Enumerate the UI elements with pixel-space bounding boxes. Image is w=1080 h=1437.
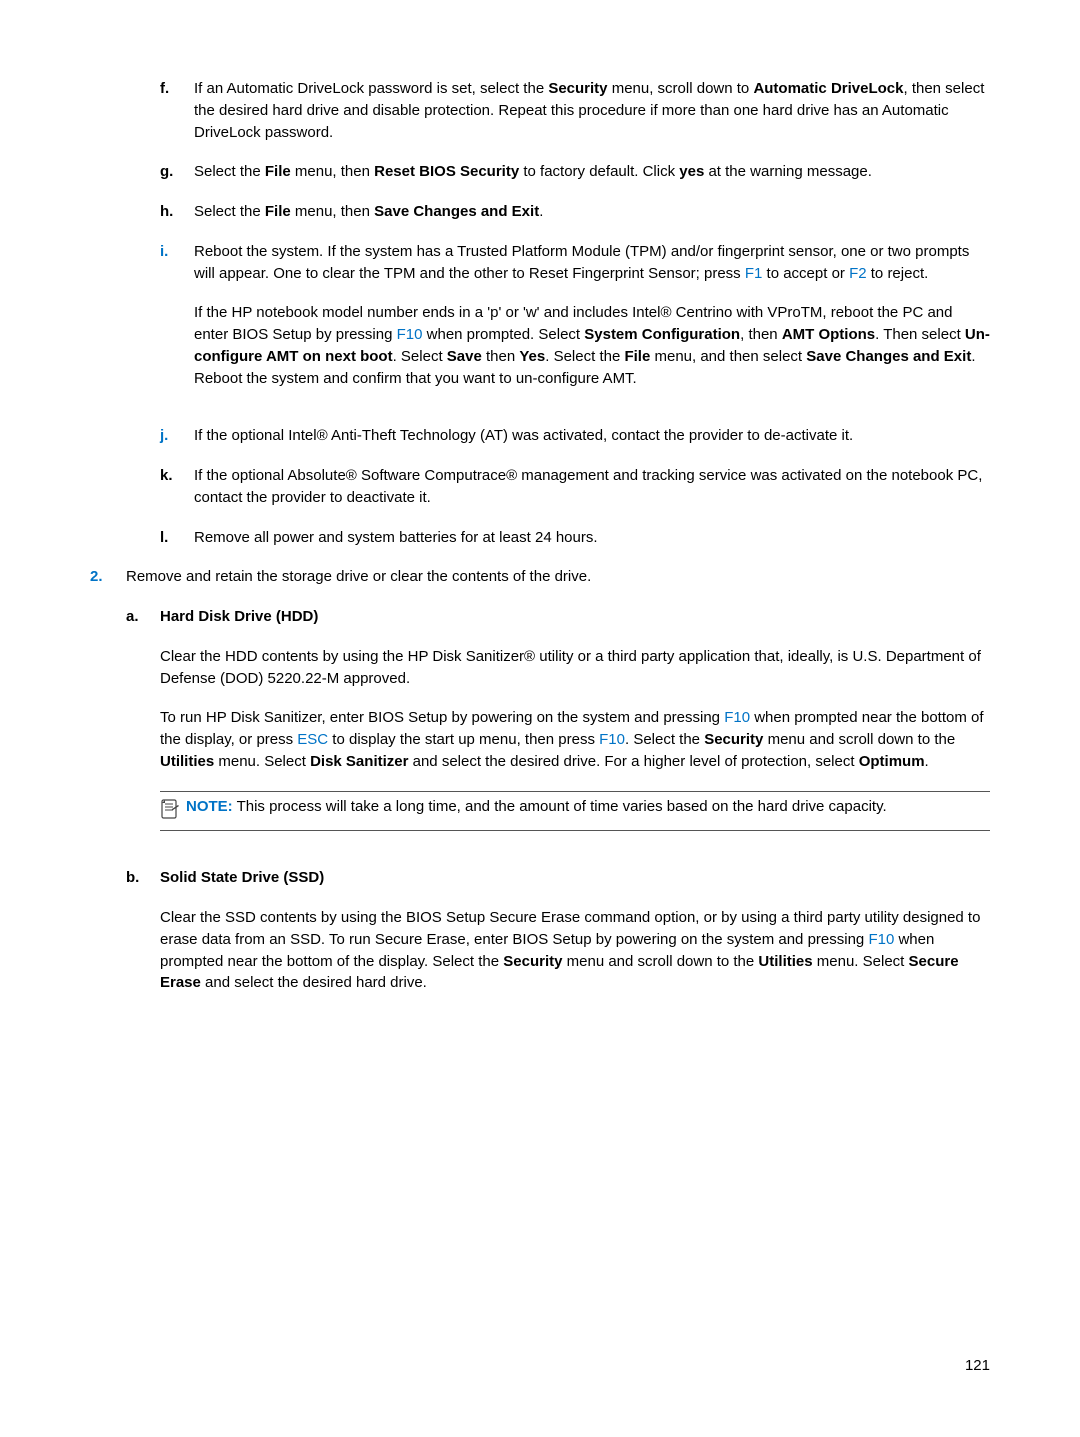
sub-list-second: a. Hard Disk Drive (HDD) Clear the HDD c… [90,606,990,1012]
note-icon [160,798,182,827]
item-j: j. If the optional Intel® Anti-Theft Tec… [160,425,990,447]
item-marker: l. [160,527,194,549]
item-marker: 2. [90,566,126,588]
item-f: f. If an Automatic DriveLock password is… [160,78,990,143]
item-g: g. Select the File menu, then Reset BIOS… [160,161,990,183]
item-content: If the optional Absolute® Software Compu… [194,465,990,509]
item-marker: a. [126,606,160,849]
item-content: Remove and retain the storage drive or c… [126,566,990,588]
item-marker: i. [160,241,194,408]
item-2: 2. Remove and retain the storage drive o… [90,566,990,588]
item-k: k. If the optional Absolute® Software Co… [160,465,990,509]
item-content: Remove all power and system batteries fo… [194,527,990,549]
item-content: If an Automatic DriveLock password is se… [194,78,990,143]
note-label: NOTE: [186,798,233,815]
item-content: Solid State Drive (SSD) Clear the SSD co… [160,867,990,1012]
item-content: Hard Disk Drive (HDD) Clear the HDD cont… [160,606,990,849]
page-number: 121 [965,1355,990,1377]
paragraph: Reboot the system. If the system has a T… [194,241,990,285]
note-text: NOTE: This process will take a long time… [186,796,887,818]
item-content: Select the File menu, then Save Changes … [194,201,990,223]
item-content: Select the File menu, then Reset BIOS Se… [194,161,990,183]
item-marker: g. [160,161,194,183]
item-content: Reboot the system. If the system has a T… [194,241,990,408]
item-i: i. Reboot the system. If the system has … [160,241,990,408]
heading: Hard Disk Drive (HDD) [160,606,990,628]
item-b: b. Solid State Drive (SSD) Clear the SSD… [126,867,990,1012]
item-marker: h. [160,201,194,223]
paragraph: To run HP Disk Sanitizer, enter BIOS Set… [160,707,990,772]
item-marker: k. [160,465,194,509]
paragraph: Clear the HDD contents by using the HP D… [160,646,990,690]
paragraph: If the HP notebook model number ends in … [194,302,990,389]
document-page: f. If an Automatic DriveLock password is… [0,0,1080,1437]
item-marker: j. [160,425,194,447]
note-callout: NOTE: This process will take a long time… [160,791,990,832]
item-marker: f. [160,78,194,143]
sub-list-first: f. If an Automatic DriveLock password is… [90,78,990,548]
item-a: a. Hard Disk Drive (HDD) Clear the HDD c… [126,606,990,849]
item-l: l. Remove all power and system batteries… [160,527,990,549]
paragraph: Clear the SSD contents by using the BIOS… [160,907,990,994]
item-marker: b. [126,867,160,1012]
item-content: If the optional Intel® Anti-Theft Techno… [194,425,990,447]
note-body: This process will take a long time, and … [237,798,887,815]
heading: Solid State Drive (SSD) [160,867,990,889]
item-h: h. Select the File menu, then Save Chang… [160,201,990,223]
